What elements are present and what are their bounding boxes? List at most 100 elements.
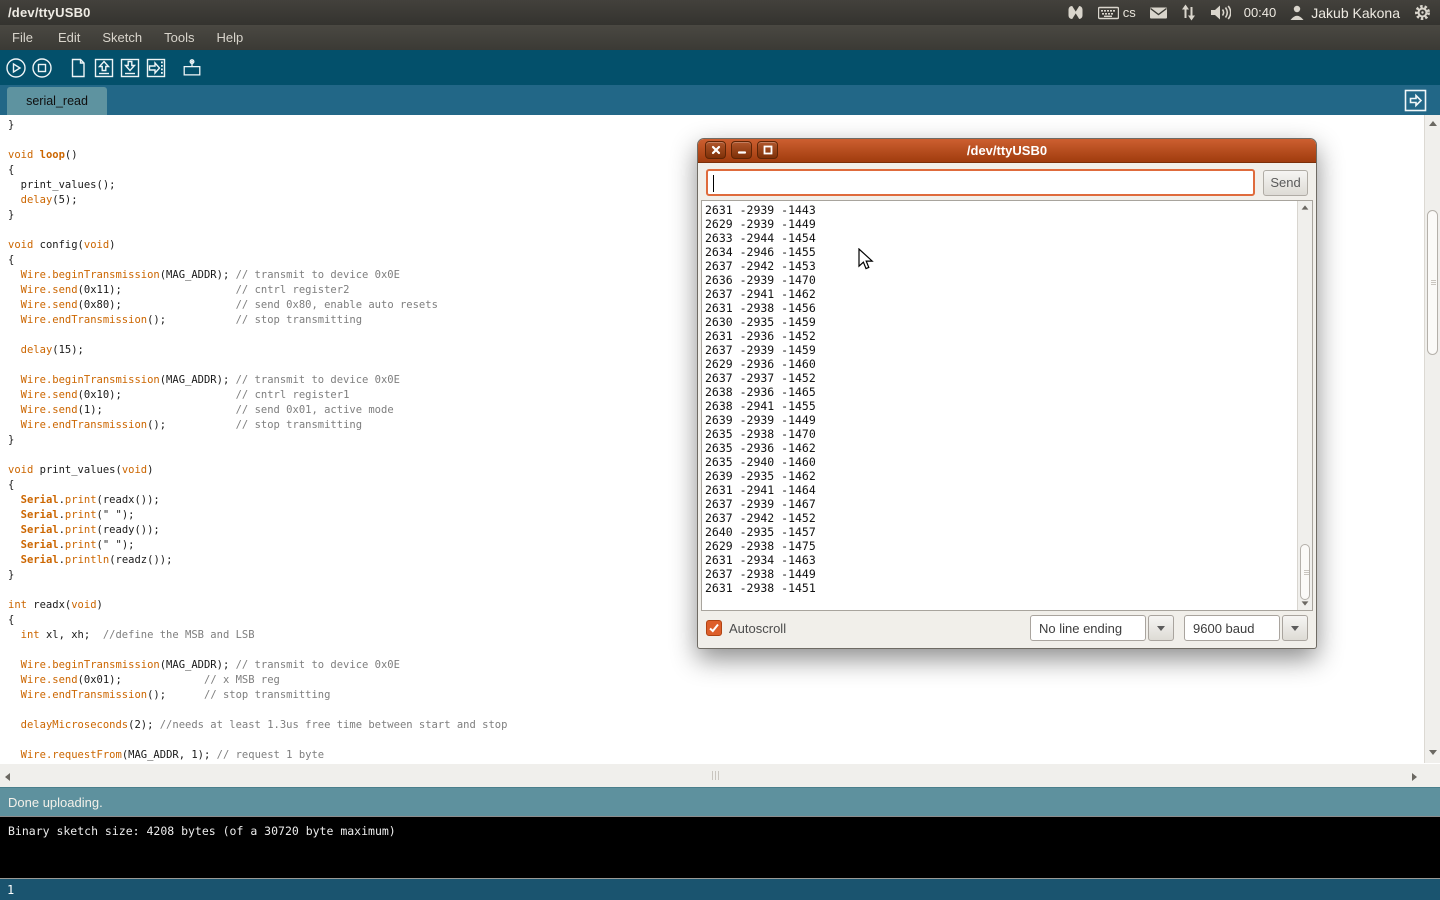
- menubar: FileEditSketchToolsHelp: [0, 25, 1440, 50]
- baud-rate-value: 9600 baud: [1184, 615, 1280, 641]
- serial-line: 2639 -2939 -1449: [705, 413, 1297, 427]
- menu-edit[interactable]: Edit: [47, 27, 91, 48]
- serial-line: 2634 -2946 -1455: [705, 245, 1297, 259]
- serial-line: 2637 -2941 -1462: [705, 287, 1297, 301]
- serial-output-text: 2631 -2939 -14432629 -2939 -14492633 -29…: [702, 201, 1297, 610]
- menu-file[interactable]: File: [12, 27, 47, 48]
- maximize-button[interactable]: [757, 141, 778, 159]
- serial-line: 2635 -2936 -1462: [705, 441, 1297, 455]
- autoscroll-checkbox[interactable]: [706, 620, 722, 636]
- user-name: Jakub Kakona: [1311, 5, 1400, 21]
- editor-vertical-scrollbar[interactable]: [1424, 115, 1440, 763]
- scroll-up-arrow-icon[interactable]: [1429, 121, 1437, 126]
- serial-output-area[interactable]: 2631 -2939 -14432629 -2939 -14492633 -29…: [701, 200, 1313, 611]
- serial-monitor-titlebar[interactable]: /dev/ttyUSB0: [698, 139, 1316, 163]
- menu-sketch[interactable]: Sketch: [91, 27, 153, 48]
- console-line: Binary sketch size: 4208 bytes (of a 307…: [8, 824, 396, 838]
- line-ending-value: No line ending: [1030, 615, 1146, 641]
- serial-line: 2637 -2938 -1449: [705, 567, 1297, 581]
- serial-line: 2635 -2940 -1460: [705, 455, 1297, 469]
- serial-line: 2631 -2934 -1463: [705, 553, 1297, 567]
- session-user[interactable]: Jakub Kakona: [1289, 4, 1400, 21]
- volume-icon[interactable]: [1209, 4, 1231, 21]
- status-message: Done uploading.: [8, 795, 103, 810]
- scroll-up-arrow-icon[interactable]: [1302, 205, 1309, 209]
- status-bar: Done uploading.: [0, 787, 1440, 816]
- dropdown-button[interactable]: [1148, 615, 1174, 641]
- code-line: Wire.requestFrom(MAG_ADDR, 1); // reques…: [8, 748, 1420, 763]
- autoscroll-label: Autoscroll: [729, 621, 786, 636]
- scroll-down-arrow-icon[interactable]: [1429, 750, 1437, 755]
- mail-icon[interactable]: [1149, 5, 1168, 20]
- send-button[interactable]: Send: [1263, 170, 1308, 196]
- scroll-down-arrow-icon[interactable]: [1302, 601, 1309, 605]
- build-console: Binary sketch size: 4208 bytes (of a 307…: [0, 816, 1440, 878]
- serial-scrollbar-thumb[interactable]: [1300, 544, 1310, 600]
- serial-line: 2629 -2936 -1460: [705, 357, 1297, 371]
- keyboard-layout-code: cs: [1123, 5, 1136, 20]
- new-sketch-button[interactable]: [67, 57, 89, 79]
- serial-line: 2631 -2939 -1443: [705, 203, 1297, 217]
- serial-line: 2631 -2936 -1452: [705, 329, 1297, 343]
- serial-monitor-title: /dev/ttyUSB0: [967, 143, 1047, 158]
- code-line: }: [8, 118, 1420, 133]
- serial-line: 2629 -2939 -1449: [705, 217, 1297, 231]
- code-line: Wire.beginTransmission(MAG_ADDR); // tra…: [8, 658, 1420, 673]
- serial-input-row: Send: [698, 163, 1316, 196]
- serial-scrollbar[interactable]: [1297, 201, 1312, 610]
- current-line-number: 1: [7, 883, 14, 897]
- open-button[interactable]: [93, 57, 115, 79]
- line-number-strip: 1: [0, 878, 1440, 900]
- serial-line: 2637 -2942 -1453: [705, 259, 1297, 273]
- tab-label: serial_read: [26, 94, 88, 108]
- code-line: Wire.endTransmission(); // stop transmit…: [8, 688, 1420, 703]
- network-sync-icon[interactable]: [1181, 4, 1196, 21]
- menu-help[interactable]: Help: [205, 27, 254, 48]
- clock[interactable]: 00:40: [1244, 5, 1277, 20]
- serial-line: 2629 -2938 -1475: [705, 539, 1297, 553]
- serial-line: 2631 -2938 -1451: [705, 581, 1297, 595]
- serial-line: 2637 -2942 -1452: [705, 511, 1297, 525]
- stop-button[interactable]: [31, 57, 53, 79]
- editor-horizontal-scrollbar[interactable]: [0, 763, 1440, 787]
- line-ending-select[interactable]: No line ending: [1030, 615, 1174, 641]
- serial-monitor-button[interactable]: [181, 57, 203, 79]
- arduino-ide-screen: /dev/ttyUSB0 cs 00:40: [0, 0, 1440, 900]
- window-title: /dev/ttyUSB0: [8, 5, 91, 20]
- chevron-down-icon: [1291, 626, 1299, 631]
- text-caret: [713, 175, 714, 192]
- minimize-button[interactable]: [731, 141, 752, 159]
- toolbar: [0, 50, 1440, 85]
- serial-send-input[interactable]: [706, 169, 1255, 196]
- indicator-icon[interactable]: [1066, 3, 1085, 22]
- session-gear-icon[interactable]: [1413, 3, 1432, 22]
- scroll-right-arrow-icon[interactable]: [1412, 773, 1417, 781]
- keyboard-layout-indicator[interactable]: cs: [1098, 4, 1136, 21]
- system-titlebar: /dev/ttyUSB0 cs 00:40: [0, 0, 1440, 25]
- serial-monitor-window: /dev/ttyUSB0 Send 2631 -2939 -14432629 -…: [697, 138, 1317, 649]
- code-line: Wire.send(0x01); // x MSB reg: [8, 673, 1420, 688]
- keyboard-icon: [1098, 4, 1119, 21]
- tab-serial-read[interactable]: serial_read: [7, 87, 107, 115]
- menu-tools[interactable]: Tools: [153, 27, 205, 48]
- serial-line: 2639 -2935 -1462: [705, 469, 1297, 483]
- system-tray: cs 00:40 Jakub Kakona: [1066, 3, 1432, 22]
- close-button[interactable]: [705, 141, 726, 159]
- save-button[interactable]: [119, 57, 141, 79]
- scroll-left-arrow-icon[interactable]: [5, 773, 10, 781]
- code-line: delayMicroseconds(2); //needs at least 1…: [8, 718, 1420, 733]
- upload-button[interactable]: [145, 57, 167, 79]
- editor-scrollbar-thumb[interactable]: [1427, 210, 1438, 355]
- serial-line: 2638 -2941 -1455: [705, 399, 1297, 413]
- tabbar: serial_read: [0, 85, 1440, 115]
- serial-line: 2630 -2935 -1459: [705, 315, 1297, 329]
- baud-rate-select[interactable]: 9600 baud: [1184, 615, 1308, 641]
- chevron-down-icon: [1157, 626, 1165, 631]
- code-line: [8, 733, 1420, 748]
- dropdown-button[interactable]: [1282, 615, 1308, 641]
- serial-monitor-controls: Autoscroll No line ending 9600 baud: [698, 613, 1316, 643]
- serial-line: 2631 -2941 -1464: [705, 483, 1297, 497]
- serial-line: 2637 -2939 -1467: [705, 497, 1297, 511]
- verify-button[interactable]: [5, 57, 27, 79]
- tab-menu-button[interactable]: [1404, 89, 1427, 112]
